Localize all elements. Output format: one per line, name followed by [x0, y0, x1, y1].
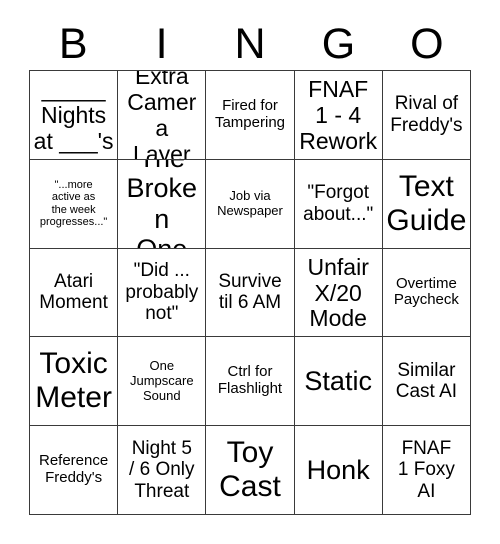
- bingo-cell[interactable]: Survive til 6 AM: [206, 248, 295, 338]
- bingo-cell-text: Survive til 6 AM: [218, 271, 282, 314]
- bingo-cell[interactable]: FNAF 1 Foxy AI: [382, 426, 471, 515]
- bingo-cell-text: Unfair X/20 Mode: [307, 253, 369, 332]
- bingo-cell-text: "Forgot about...": [303, 182, 374, 225]
- bingo-cell-text: FNAF 1 Foxy AI: [397, 437, 455, 502]
- bingo-cell-text: Toxic Meter: [35, 347, 112, 415]
- bingo-cell[interactable]: Job via Newspaper: [206, 159, 295, 249]
- bingo-cell-text: Static: [304, 366, 372, 397]
- bingo-cell[interactable]: Similar Cast AI: [382, 337, 471, 427]
- bingo-cell[interactable]: Night 5 / 6 Only Threat: [118, 426, 207, 515]
- bingo-cell-text: _____ Nights at ___'s: [33, 75, 114, 154]
- bingo-cell-text: Fired for Tampering: [214, 96, 286, 131]
- bingo-header-row: B I N G O: [29, 18, 471, 70]
- bingo-cell-text: Toy Cast: [219, 436, 281, 504]
- bingo-cell[interactable]: Extra Camera Layer: [118, 71, 207, 160]
- bingo-cell-text: Reference Freddy's: [38, 452, 109, 487]
- bingo-cell[interactable]: "Forgot about...": [294, 159, 383, 249]
- bingo-cell[interactable]: Fired for Tampering: [206, 71, 295, 160]
- bingo-cell[interactable]: Text Guide: [382, 159, 471, 249]
- bingo-cell-text: Job via Newspaper: [217, 188, 283, 218]
- bingo-cell-text: "Did ... probably not": [125, 260, 199, 325]
- bingo-cell[interactable]: Toy Cast: [206, 426, 295, 515]
- bingo-cell[interactable]: Rival of Freddy's: [382, 71, 471, 160]
- bingo-cell-text: FNAF 1 - 4 Rework: [299, 75, 378, 154]
- bingo-card: B I N G O _____ Nights at ___'s Extra Ca…: [0, 0, 500, 544]
- bingo-header-letter-g: G: [321, 19, 356, 68]
- bingo-cell-text: One Jumpscare Sound: [130, 358, 194, 403]
- bingo-grid: _____ Nights at ___'s Extra Camera Layer…: [29, 70, 471, 515]
- bingo-cell[interactable]: One Jumpscare Sound: [118, 337, 207, 427]
- bingo-cell-text: Text Guide: [386, 169, 467, 237]
- bingo-cell[interactable]: Honk: [294, 426, 383, 515]
- bingo-cell-text: The Broken One: [126, 160, 198, 248]
- bingo-header-letter-b: B: [58, 19, 88, 68]
- bingo-cell-text: Overtime Paycheck: [393, 274, 459, 309]
- bingo-cell[interactable]: Ctrl for Flashlight: [206, 337, 295, 427]
- bingo-header-letter-o: O: [410, 19, 444, 68]
- bingo-cell-text: Extra Camera Layer: [127, 71, 197, 160]
- bingo-cell[interactable]: "Did ... probably not": [118, 248, 207, 338]
- bingo-cell-text: Rival of Freddy's: [390, 93, 463, 136]
- bingo-cell-text: Atari Moment: [39, 271, 108, 314]
- bingo-cell-text: Ctrl for Flashlight: [217, 363, 283, 398]
- bingo-cell[interactable]: FNAF 1 - 4 Rework: [294, 71, 383, 160]
- bingo-cell[interactable]: Static: [294, 337, 383, 427]
- bingo-cell[interactable]: The Broken One: [118, 159, 207, 249]
- bingo-cell-text: Similar Cast AI: [395, 359, 458, 403]
- bingo-cell[interactable]: Reference Freddy's: [30, 426, 119, 515]
- bingo-cell[interactable]: "...more active as the week progresses..…: [30, 159, 119, 249]
- bingo-cell-text: Honk: [306, 454, 370, 485]
- bingo-cell-text: Night 5 / 6 Only Threat: [129, 437, 195, 502]
- bingo-header-letter-n: N: [234, 19, 266, 68]
- bingo-cell[interactable]: Overtime Paycheck: [382, 248, 471, 338]
- bingo-header-letter-i: I: [155, 19, 168, 68]
- bingo-cell[interactable]: Unfair X/20 Mode: [294, 248, 383, 338]
- bingo-cell[interactable]: Atari Moment: [30, 248, 119, 338]
- bingo-cell[interactable]: Toxic Meter: [30, 337, 119, 427]
- bingo-cell-text: "...more active as the week progresses..…: [39, 178, 108, 229]
- bingo-cell[interactable]: _____ Nights at ___'s: [30, 71, 119, 160]
